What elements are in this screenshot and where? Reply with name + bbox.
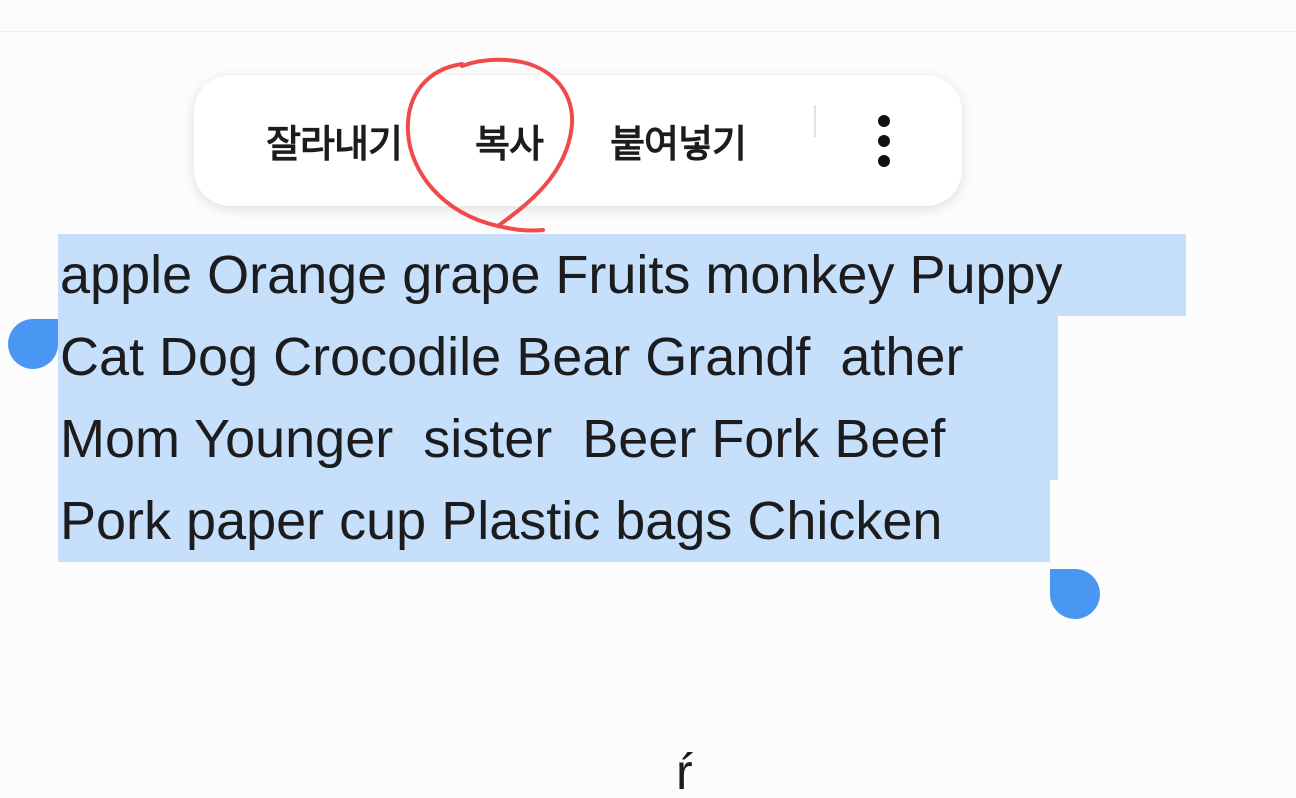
more-vertical-icon — [878, 115, 890, 167]
trailing-text: ŕ — [676, 744, 693, 798]
selected-text-line[interactable]: Cat Dog Crocodile Bear Grandf ather — [60, 316, 963, 398]
paste-button[interactable]: 붙여넣기 — [598, 75, 758, 206]
selected-text-line[interactable]: apple Orange grape Fruits monkey Puppy — [60, 234, 1063, 316]
selection-start-handle[interactable] — [6, 318, 60, 372]
toolbar-separator — [814, 105, 816, 137]
top-divider — [0, 31, 1296, 32]
screen: 잘라내기 복사 붙여넣기 apple Orange grape Fruits m… — [0, 0, 1296, 798]
copy-button[interactable]: 복사 — [464, 75, 554, 206]
cut-button[interactable]: 잘라내기 — [254, 75, 414, 206]
selection-end-handle[interactable] — [1049, 568, 1103, 622]
selected-text-line[interactable]: Pork paper cup Plastic bags Chicken — [60, 480, 942, 562]
more-options-button[interactable] — [858, 105, 910, 177]
text-selection-toolbar: 잘라내기 복사 붙여넣기 — [194, 75, 962, 206]
selected-text-line[interactable]: Mom Younger sister Beer Fork Beef — [60, 398, 945, 480]
